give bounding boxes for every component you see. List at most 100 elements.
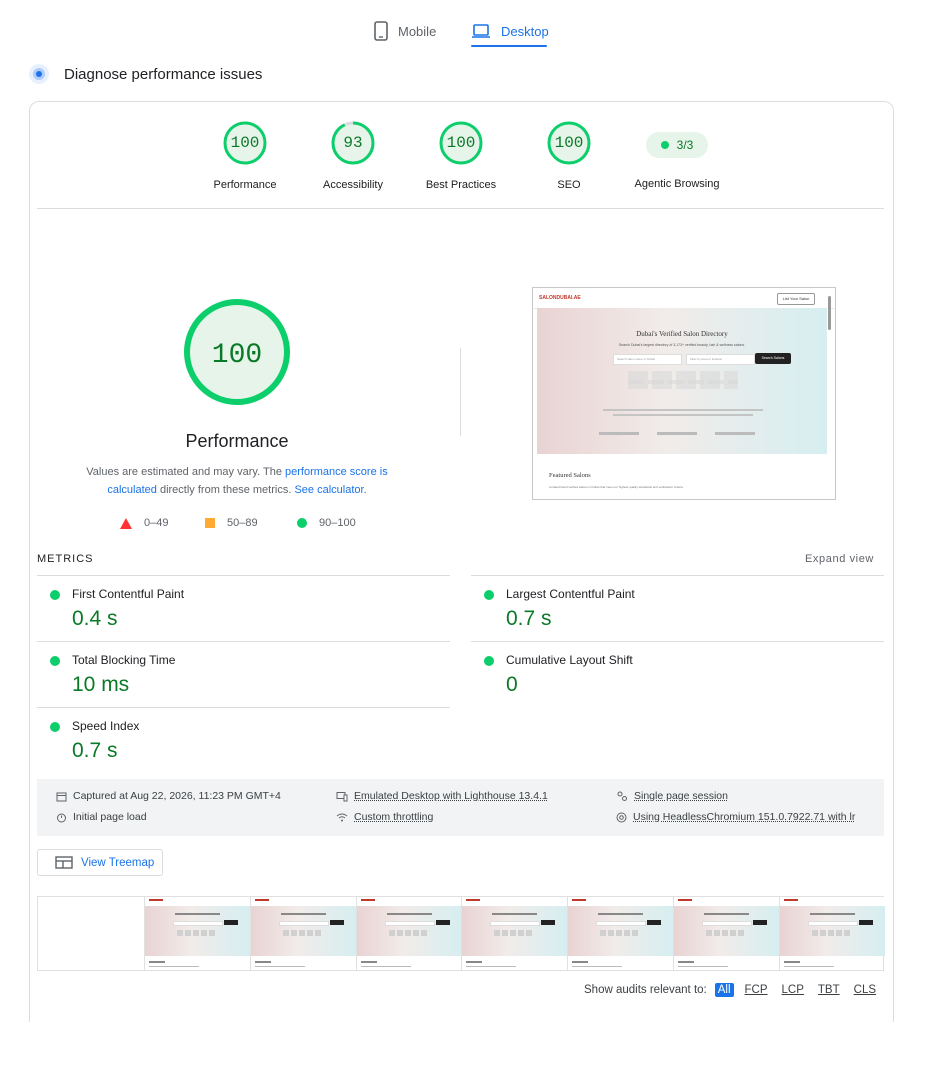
score-accessibility: 93 xyxy=(343,134,363,152)
gauge-seo[interactable]: 100 SEO xyxy=(514,121,624,191)
tab-mobile[interactable]: Mobile xyxy=(374,16,436,46)
metric-value: 10 ms xyxy=(72,673,130,696)
section-title: Diagnose performance issues xyxy=(64,65,263,83)
thumb-scrollbar xyxy=(828,296,831,330)
thumb-nav-button: List Your Salon xyxy=(777,293,815,305)
filter-chip-lcp[interactable]: LCP xyxy=(779,983,807,997)
label-seo: SEO xyxy=(557,179,581,191)
divider xyxy=(37,208,884,209)
final-screenshot[interactable]: SALONDUBAI.AE List Your Salon Dubai's Ve… xyxy=(532,287,836,500)
filter-chip-fcp[interactable]: FCP xyxy=(742,983,771,997)
agentic-browsing-pill[interactable]: 3/3 xyxy=(646,132,708,158)
treemap-icon xyxy=(55,856,73,869)
devices-icon xyxy=(336,791,348,801)
active-tab-indicator xyxy=(471,45,547,47)
laptop-icon xyxy=(472,24,490,38)
metric-fcp: First Contentful Paint 0.4 s xyxy=(37,576,449,641)
phone-icon xyxy=(374,21,388,41)
thumb-featured-title: Featured Salons xyxy=(549,472,591,479)
wifi-icon xyxy=(336,813,348,821)
score-performance: 100 xyxy=(230,134,260,152)
throttling-info[interactable]: Custom throttling xyxy=(336,811,433,823)
main-score: 100 xyxy=(212,340,262,371)
thumb-featured-sub: Curated listed verified salons in Dubai … xyxy=(549,485,683,489)
emulated-info[interactable]: Emulated Desktop with Lighthouse 13.4.1 xyxy=(336,790,548,802)
runtime-info-panel xyxy=(37,779,884,836)
thumb-location-input: Filter by area or location xyxy=(686,354,755,365)
pass-dot-icon xyxy=(50,590,60,600)
main-performance-gauge: 100 xyxy=(184,299,290,405)
filmstrip-frame xyxy=(567,897,674,970)
metric-value: 0.7 s xyxy=(506,607,552,630)
see-calculator-link[interactable]: See calculator xyxy=(294,484,363,496)
metric-name: Speed Index xyxy=(72,719,140,733)
gauge-performance[interactable]: 100 Performance xyxy=(190,121,300,191)
metric-value: 0 xyxy=(506,673,518,696)
score-seo: 100 xyxy=(554,134,584,152)
legend-average: 50–89 xyxy=(205,517,258,529)
metric-tbt: Total Blocking Time 10 ms xyxy=(37,642,449,707)
report-card xyxy=(29,101,894,1022)
view-treemap-button[interactable]: View Treemap xyxy=(37,849,163,876)
legend-fail: 0–49 xyxy=(120,517,168,529)
browser-info[interactable]: Using HeadlessChromium 151.0.7922.71 wit… xyxy=(616,811,855,823)
metric-name: First Contentful Paint xyxy=(72,587,185,601)
pass-dot-icon xyxy=(50,722,60,732)
gauge-best-practices[interactable]: 100 Best Practices xyxy=(406,121,516,191)
audit-filter-label: Show audits relevant to: xyxy=(584,984,707,996)
filmstrip-frame xyxy=(249,897,356,970)
filmstrip xyxy=(37,896,885,971)
pass-dot-icon xyxy=(484,656,494,666)
tab-desktop[interactable]: Desktop xyxy=(471,16,549,46)
tab-desktop-label: Desktop xyxy=(501,23,549,39)
thumb-search-button: Search Salons xyxy=(755,353,791,364)
filter-chip-cls[interactable]: CLS xyxy=(851,983,879,997)
thumb-subline: Search Dubai's largest directory of 3,17… xyxy=(618,343,746,347)
main-gauge-title: Performance xyxy=(185,431,289,451)
metric-name: Largest Contentful Paint xyxy=(506,587,635,601)
metric-value: 0.4 s xyxy=(72,607,118,630)
timer-icon xyxy=(57,813,66,822)
pass-dot-icon xyxy=(660,141,669,149)
people-icon xyxy=(617,791,627,801)
metric-value: 0.7 s xyxy=(72,739,118,762)
gauge-accessibility[interactable]: 93 Accessibility xyxy=(298,121,408,191)
metric-lcp: Largest Contentful Paint 0.7 s xyxy=(471,576,883,641)
session-info[interactable]: Single page session xyxy=(616,790,728,802)
agentic-value: 3/3 xyxy=(676,138,694,152)
filmstrip-frame xyxy=(673,897,779,970)
filmstrip-frame xyxy=(144,897,250,970)
lighthouse-icon xyxy=(29,64,49,84)
pass-dot-icon xyxy=(50,656,60,666)
filter-chip-all[interactable]: All xyxy=(714,983,734,997)
agentic-label: Agentic Browsing xyxy=(634,178,720,190)
metric-name: Cumulative Layout Shift xyxy=(506,653,633,667)
vertical-divider xyxy=(460,348,461,436)
thumb-headline: Dubai's Verified Salon Directory xyxy=(636,330,728,338)
label-performance: Performance xyxy=(213,179,277,191)
pass-dot-icon xyxy=(484,590,494,600)
metric-speed-index: Speed Index 0.7 s xyxy=(37,708,449,773)
tab-mobile-label: Mobile xyxy=(398,23,437,39)
filter-chip-tbt[interactable]: TBT xyxy=(815,983,843,997)
score-description: Values are estimated and may vary. The p… xyxy=(86,466,388,496)
filmstrip-frame xyxy=(355,897,462,970)
metrics-heading: METRICS xyxy=(37,553,94,565)
average-square-icon xyxy=(205,518,215,528)
metric-name: Total Blocking Time xyxy=(72,653,176,667)
load-info: Initial page load xyxy=(56,811,147,823)
metric-cls: Cumulative Layout Shift 0 xyxy=(471,642,883,707)
diagnose-header: Diagnose performance issues xyxy=(28,63,262,85)
thumb-logo: SALONDUBAI.AE xyxy=(539,295,581,301)
legend-pass: 90–100 xyxy=(297,517,356,529)
thumb-search-input: Search salon name or Dubai xyxy=(613,354,682,365)
chrome-icon xyxy=(616,812,627,822)
score-best-practices: 100 xyxy=(446,134,476,152)
pass-circle-icon xyxy=(297,518,307,528)
fail-triangle-icon xyxy=(120,517,132,529)
filmstrip-frame xyxy=(461,897,568,970)
expand-view-toggle[interactable]: Expand view xyxy=(805,553,874,565)
label-best-practices: Best Practices xyxy=(425,179,497,191)
audit-filter: Show audits relevant to: All FCP LCP TBT… xyxy=(584,983,879,997)
filmstrip-frame xyxy=(778,897,885,970)
